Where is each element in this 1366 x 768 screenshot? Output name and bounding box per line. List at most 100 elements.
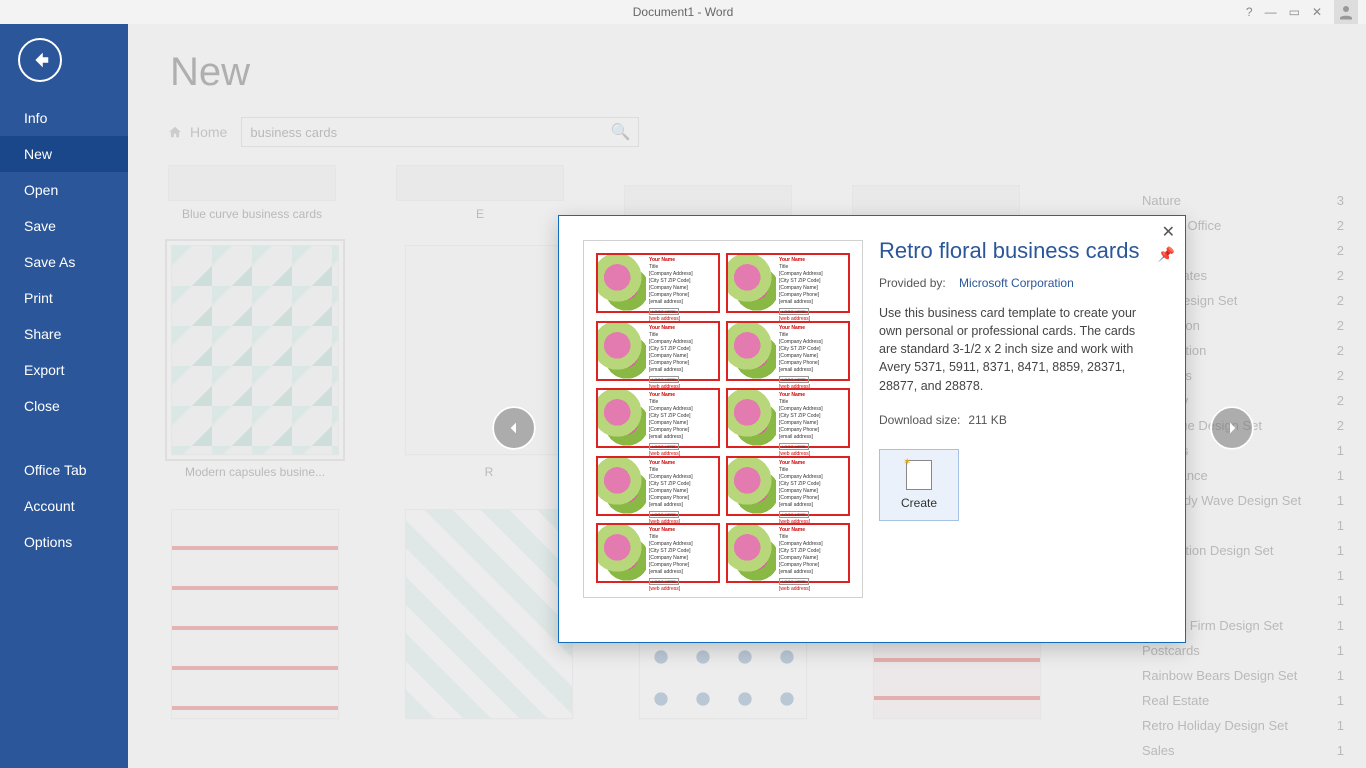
nav-export[interactable]: Export — [0, 352, 128, 388]
provider-link[interactable]: Microsoft Corporation — [959, 276, 1074, 290]
template-thumb[interactable] — [171, 245, 339, 455]
business-card-cell: Your NameTitle[Company Address][City ST … — [726, 388, 850, 448]
page-title: New — [170, 50, 1326, 95]
business-card-cell: Your NameTitle[Company Address][City ST … — [726, 523, 850, 583]
nav-print[interactable]: Print — [0, 280, 128, 316]
category-name: Postcards — [1142, 643, 1200, 658]
category-count: 2 — [1337, 418, 1344, 433]
category-count: 1 — [1337, 443, 1344, 458]
prev-template-button[interactable] — [492, 406, 536, 450]
nav-save-as[interactable]: Save As — [0, 244, 128, 280]
category-count: 2 — [1337, 268, 1344, 283]
search-icon[interactable]: 🔍 — [610, 122, 630, 142]
template-search[interactable]: 🔍 — [241, 117, 639, 147]
template-preview-dialog: ✕ 📌 Your NameTitle[Company Address][City… — [558, 215, 1186, 643]
business-card-cell: Your NameTitle[Company Address][City ST … — [596, 321, 720, 381]
template-thumb[interactable] — [396, 165, 564, 201]
create-button[interactable]: Create — [879, 449, 959, 521]
category-count: 2 — [1337, 218, 1344, 233]
template-title: Retro floral business cards — [879, 238, 1149, 264]
restore-icon[interactable]: ▭ — [1289, 5, 1300, 19]
category-count: 1 — [1337, 593, 1344, 608]
category-count: 1 — [1337, 543, 1344, 558]
category-count: 1 — [1337, 718, 1344, 733]
category-count: 1 — [1337, 668, 1344, 683]
template-label: R — [405, 465, 573, 479]
category-count: 1 — [1337, 493, 1344, 508]
download-size-value: 211 KB — [968, 413, 1006, 427]
template-item[interactable] — [168, 509, 342, 719]
avatar[interactable] — [1334, 0, 1358, 24]
category-name: Nature — [1142, 193, 1181, 208]
nav-save[interactable]: Save — [0, 208, 128, 244]
nav-open[interactable]: Open — [0, 172, 128, 208]
business-card-cell: Your NameTitle[Company Address][City ST … — [726, 456, 850, 516]
download-size-row: Download size: 211 KB — [879, 413, 1149, 427]
category-name: Rainbow Bears Design Set — [1142, 668, 1297, 683]
provided-by-label: Provided by: — [879, 276, 946, 290]
category-count: 3 — [1337, 193, 1344, 208]
category-name: Retro Holiday Design Set — [1142, 718, 1288, 733]
category-row[interactable]: Rainbow Bears Design Set 1 — [1138, 663, 1348, 688]
minimize-icon[interactable]: — — [1265, 5, 1277, 19]
template-item[interactable]: R — [402, 245, 576, 479]
category-count: 1 — [1337, 568, 1344, 583]
title-bar: Document1 - Word ? — ▭ ✕ — [0, 0, 1366, 24]
business-card-cell: Your NameTitle[Company Address][City ST … — [596, 253, 720, 313]
category-row[interactable]: Real Estate 1 — [1138, 688, 1348, 713]
next-template-button[interactable] — [1210, 406, 1254, 450]
provider-row: Provided by: Microsoft Corporation — [879, 276, 1149, 290]
category-count: 2 — [1337, 293, 1344, 308]
category-count: 2 — [1337, 243, 1344, 258]
category-row[interactable]: Nature 3 — [1138, 188, 1348, 213]
nav-share[interactable]: Share — [0, 316, 128, 352]
window-title: Document1 - Word — [633, 5, 733, 19]
download-size-label: Download size: — [879, 413, 965, 427]
category-count: 2 — [1337, 318, 1344, 333]
template-thumb[interactable] — [168, 165, 336, 201]
business-card-cell: Your NameTitle[Company Address][City ST … — [596, 456, 720, 516]
nav-new[interactable]: New — [0, 136, 128, 172]
template-label: E — [396, 207, 564, 221]
breadcrumb-home-label: Home — [190, 124, 227, 140]
template-thumb[interactable] — [405, 245, 573, 455]
business-card-cell: Your NameTitle[Company Address][City ST … — [726, 321, 850, 381]
category-count: 1 — [1337, 518, 1344, 533]
category-name: Sales — [1142, 743, 1175, 758]
category-count: 1 — [1337, 743, 1344, 758]
category-count: 2 — [1337, 368, 1344, 383]
nav-account[interactable]: Account — [0, 488, 128, 524]
pin-icon[interactable]: 📌 — [1158, 246, 1175, 263]
category-name: Real Estate — [1142, 693, 1209, 708]
backstage-sidebar: Info New Open Save Save As Print Share E… — [0, 24, 128, 768]
template-description: Use this business card template to creat… — [879, 304, 1149, 395]
category-row[interactable]: Retro Holiday Design Set 1 — [1138, 713, 1348, 738]
category-count: 1 — [1337, 693, 1344, 708]
nav-info[interactable]: Info — [0, 100, 128, 136]
search-input[interactable] — [250, 125, 590, 140]
nav-close[interactable]: Close — [0, 388, 128, 424]
template-label: Blue curve business cards — [168, 207, 336, 221]
back-button[interactable] — [18, 38, 62, 82]
template-preview-image: Your NameTitle[Company Address][City ST … — [559, 216, 849, 642]
breadcrumb-home[interactable]: Home — [168, 124, 227, 140]
dialog-close-button[interactable]: ✕ — [1162, 222, 1175, 242]
category-count: 2 — [1337, 393, 1344, 408]
business-card-cell: Your NameTitle[Company Address][City ST … — [726, 253, 850, 313]
template-item[interactable]: Modern capsules busine... — [168, 245, 342, 479]
category-row[interactable]: Sales 1 — [1138, 738, 1348, 763]
help-icon[interactable]: ? — [1246, 5, 1253, 19]
category-count: 2 — [1337, 343, 1344, 358]
nav-office-tab[interactable]: Office Tab — [0, 452, 128, 488]
nav-options[interactable]: Options — [0, 524, 128, 560]
close-icon[interactable]: ✕ — [1312, 5, 1322, 19]
category-count: 1 — [1337, 468, 1344, 483]
template-label: Modern capsules busine... — [171, 465, 339, 479]
business-card-cell: Your NameTitle[Company Address][City ST … — [596, 523, 720, 583]
template-thumb[interactable] — [171, 509, 339, 719]
category-count: 1 — [1337, 618, 1344, 633]
create-button-label: Create — [901, 496, 937, 510]
template-thumb[interactable] — [405, 509, 573, 719]
template-item[interactable] — [402, 509, 576, 719]
business-card-cell: Your NameTitle[Company Address][City ST … — [596, 388, 720, 448]
